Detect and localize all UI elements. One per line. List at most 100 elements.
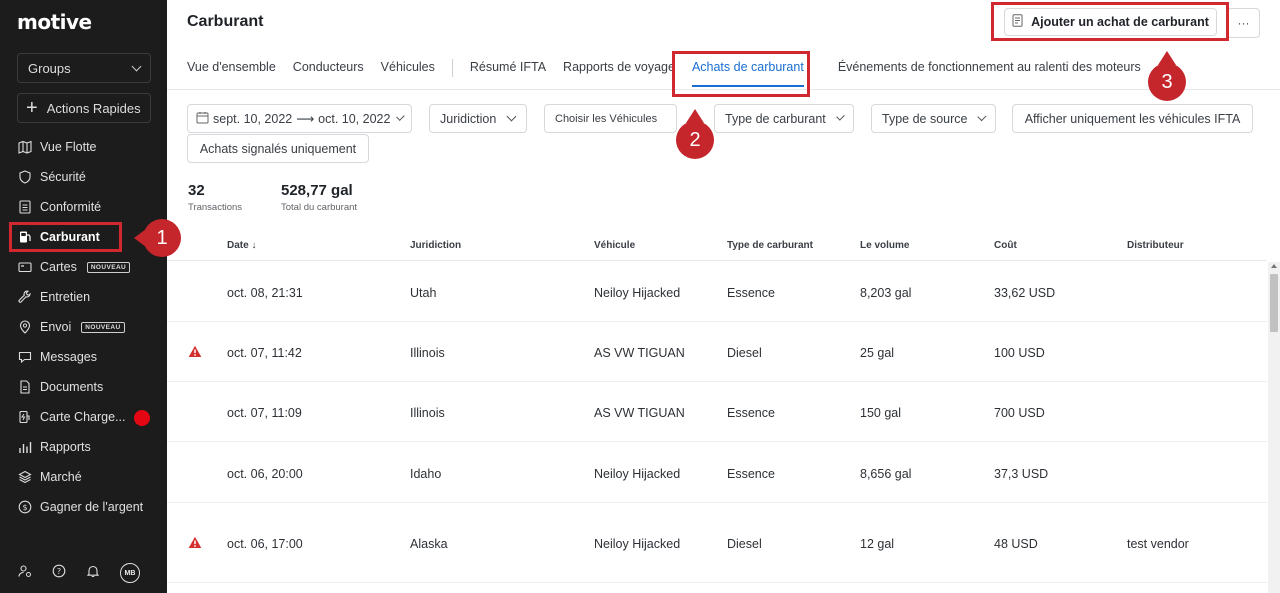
sidebar-item-documents[interactable]: Documents [9, 372, 159, 402]
table-header: Date ↓ Juridiction Véhicule Type de carb… [167, 238, 1267, 260]
ifta-only-toggle[interactable]: Afficher uniquement les véhicules IFTA [1012, 104, 1253, 133]
sidebar-item-label: Marché [40, 470, 82, 484]
column-header-vehicle[interactable]: Véhicule [594, 240, 635, 251]
cell-jurisdiction: Idaho [410, 467, 442, 481]
vehicles-filter[interactable]: Choisir les Véhicules [544, 104, 677, 133]
transactions-stat: 32 Transactions [188, 182, 242, 213]
column-header-fuel-type[interactable]: Type de carburant [727, 240, 813, 251]
ifta-only-label: Afficher uniquement les véhicules IFTA [1024, 111, 1241, 126]
sidebar-item-envoi[interactable]: Envoi NOUVEAU [9, 312, 159, 342]
warning-icon [188, 345, 202, 357]
more-options-button[interactable]: ··· [1227, 8, 1260, 38]
dollar-circle-icon: $ [18, 500, 32, 514]
table-header-divider [167, 260, 1267, 261]
user-settings-icon[interactable] [18, 564, 32, 583]
cell-date: oct. 06, 20:00 [227, 467, 303, 481]
fuel-type-filter[interactable]: Type de carburant [714, 104, 854, 133]
date-end: oct. 10, 2022 [318, 111, 391, 126]
cell-volume: 8,656 gal [860, 467, 912, 481]
quick-actions-label: Actions Rapides [46, 100, 141, 116]
cell-volume: 8,203 gal [860, 286, 912, 300]
sidebar-nav: Vue Flotte Sécurité Conformité Carburant… [9, 132, 159, 522]
svg-text:?: ? [57, 567, 61, 576]
bell-icon[interactable] [86, 564, 100, 583]
new-badge: NOUVEAU [81, 321, 125, 333]
column-header-date[interactable]: Date ↓ [227, 240, 256, 251]
table-row[interactable]: oct. 08, 21:31 Utah Neiloy Hijacked Esse… [167, 262, 1267, 322]
jurisdiction-filter-label: Juridiction [440, 111, 497, 126]
quick-actions-button[interactable]: + Actions Rapides [17, 93, 151, 123]
chevron-down-icon [977, 112, 987, 121]
cell-vehicle: AS VW TIGUAN [594, 406, 685, 420]
wrench-icon [18, 290, 32, 304]
sidebar-item-securite[interactable]: Sécurité [9, 162, 159, 192]
table-row[interactable]: oct. 06, 20:00 Idaho Neiloy Hijacked Ess… [167, 443, 1267, 503]
transactions-count: 32 [188, 182, 205, 199]
sidebar-item-conformite[interactable]: Conformité [9, 192, 159, 222]
total-fuel-stat: 528,77 gal Total du carburant [281, 182, 357, 213]
date-range-picker[interactable]: sept. 10, 2022 ⟶ oct. 10, 2022 [187, 104, 412, 133]
motive-logo[interactable]: motive [17, 10, 92, 34]
cell-jurisdiction: Illinois [410, 346, 445, 360]
page-title: Carburant [187, 13, 264, 30]
shield-icon [18, 170, 32, 184]
source-type-filter[interactable]: Type de source [871, 104, 996, 133]
avatar[interactable]: MB [120, 563, 140, 583]
sidebar-item-label: Conformité [40, 200, 102, 214]
sidebar-item-vue-flotte[interactable]: Vue Flotte [9, 132, 159, 162]
cell-volume: 12 gal [860, 537, 895, 551]
flagged-only-toggle[interactable]: Achats signalés uniquement [187, 134, 369, 163]
cell-date: oct. 07, 11:09 [227, 406, 302, 420]
sidebar-item-label: Envoi [40, 320, 72, 334]
column-header-cost[interactable]: Coût [994, 240, 1017, 251]
column-header-label: Date [227, 240, 249, 251]
vertical-scrollbar[interactable] [1268, 262, 1280, 593]
column-header-volume[interactable]: Le volume [860, 240, 909, 251]
cell-volume: 150 gal [860, 406, 902, 420]
cell-vehicle: AS VW TIGUAN [594, 346, 685, 360]
warning-icon [188, 536, 202, 548]
cell-vendor: test vendor [1127, 537, 1189, 551]
scroll-up-arrow-icon[interactable] [1271, 264, 1277, 268]
jurisdiction-filter[interactable]: Juridiction [429, 104, 527, 133]
card-icon [18, 260, 32, 274]
cell-cost: 37,3 USD [994, 467, 1049, 481]
date-start: sept. 10, 2022 [213, 111, 293, 126]
file-icon [18, 380, 32, 394]
table-row[interactable]: oct. 07, 11:42 Illinois AS VW TIGUAN Die… [167, 322, 1267, 382]
sidebar-item-label: Gagner de l'argent [40, 500, 144, 514]
chevron-down-icon [506, 111, 517, 122]
arrow-right-icon: ⟶ [296, 112, 315, 126]
sidebar-item-label: Rapports [40, 440, 91, 454]
column-header-vendor[interactable]: Distributeur [1127, 240, 1184, 251]
sidebar-footer: ? MB [18, 563, 140, 583]
sidebar-item-gagner[interactable]: $ Gagner de l'argent [9, 492, 159, 522]
sidebar-item-entretien[interactable]: Entretien [9, 282, 159, 312]
sidebar-item-marche[interactable]: Marché [9, 462, 159, 492]
sidebar-item-carte-charge[interactable]: Carte Charge... [9, 402, 159, 432]
scrollbar-thumb[interactable] [1270, 274, 1278, 332]
source-type-filter-label: Type de source [882, 111, 968, 126]
sidebar-item-messages[interactable]: Messages [9, 342, 159, 372]
location-pin-icon [18, 320, 32, 334]
table-row[interactable]: oct. 07, 11:09 Illinois AS VW TIGUAN Ess… [167, 382, 1267, 442]
cell-cost: 33,62 USD [994, 286, 1056, 300]
table-row[interactable]: oct. 06, 17:00 Alaska Neiloy Hijacked Di… [167, 513, 1267, 583]
fuel-type-filter-label: Type de carburant [725, 111, 826, 126]
transactions-label: Transactions [188, 202, 243, 213]
groups-dropdown[interactable]: Groups [17, 53, 151, 83]
sidebar-item-rapports[interactable]: Rapports [9, 432, 159, 462]
groups-label: Groups [28, 60, 71, 76]
column-header-jurisdiction[interactable]: Juridiction [410, 240, 461, 251]
cell-vehicle: Neiloy Hijacked [594, 537, 681, 551]
sidebar-item-label: Messages [40, 350, 97, 364]
new-badge: NOUVEAU [86, 261, 131, 273]
svg-text:$: $ [22, 503, 27, 512]
ev-charger-icon [18, 410, 32, 424]
chevron-down-icon [396, 112, 405, 121]
highlight-add-button [991, 2, 1229, 41]
help-icon[interactable]: ? [52, 564, 66, 583]
chevron-down-icon [836, 112, 845, 121]
highlight-carburant [9, 222, 122, 252]
sidebar-item-cartes[interactable]: Cartes NOUVEAU [9, 252, 159, 282]
